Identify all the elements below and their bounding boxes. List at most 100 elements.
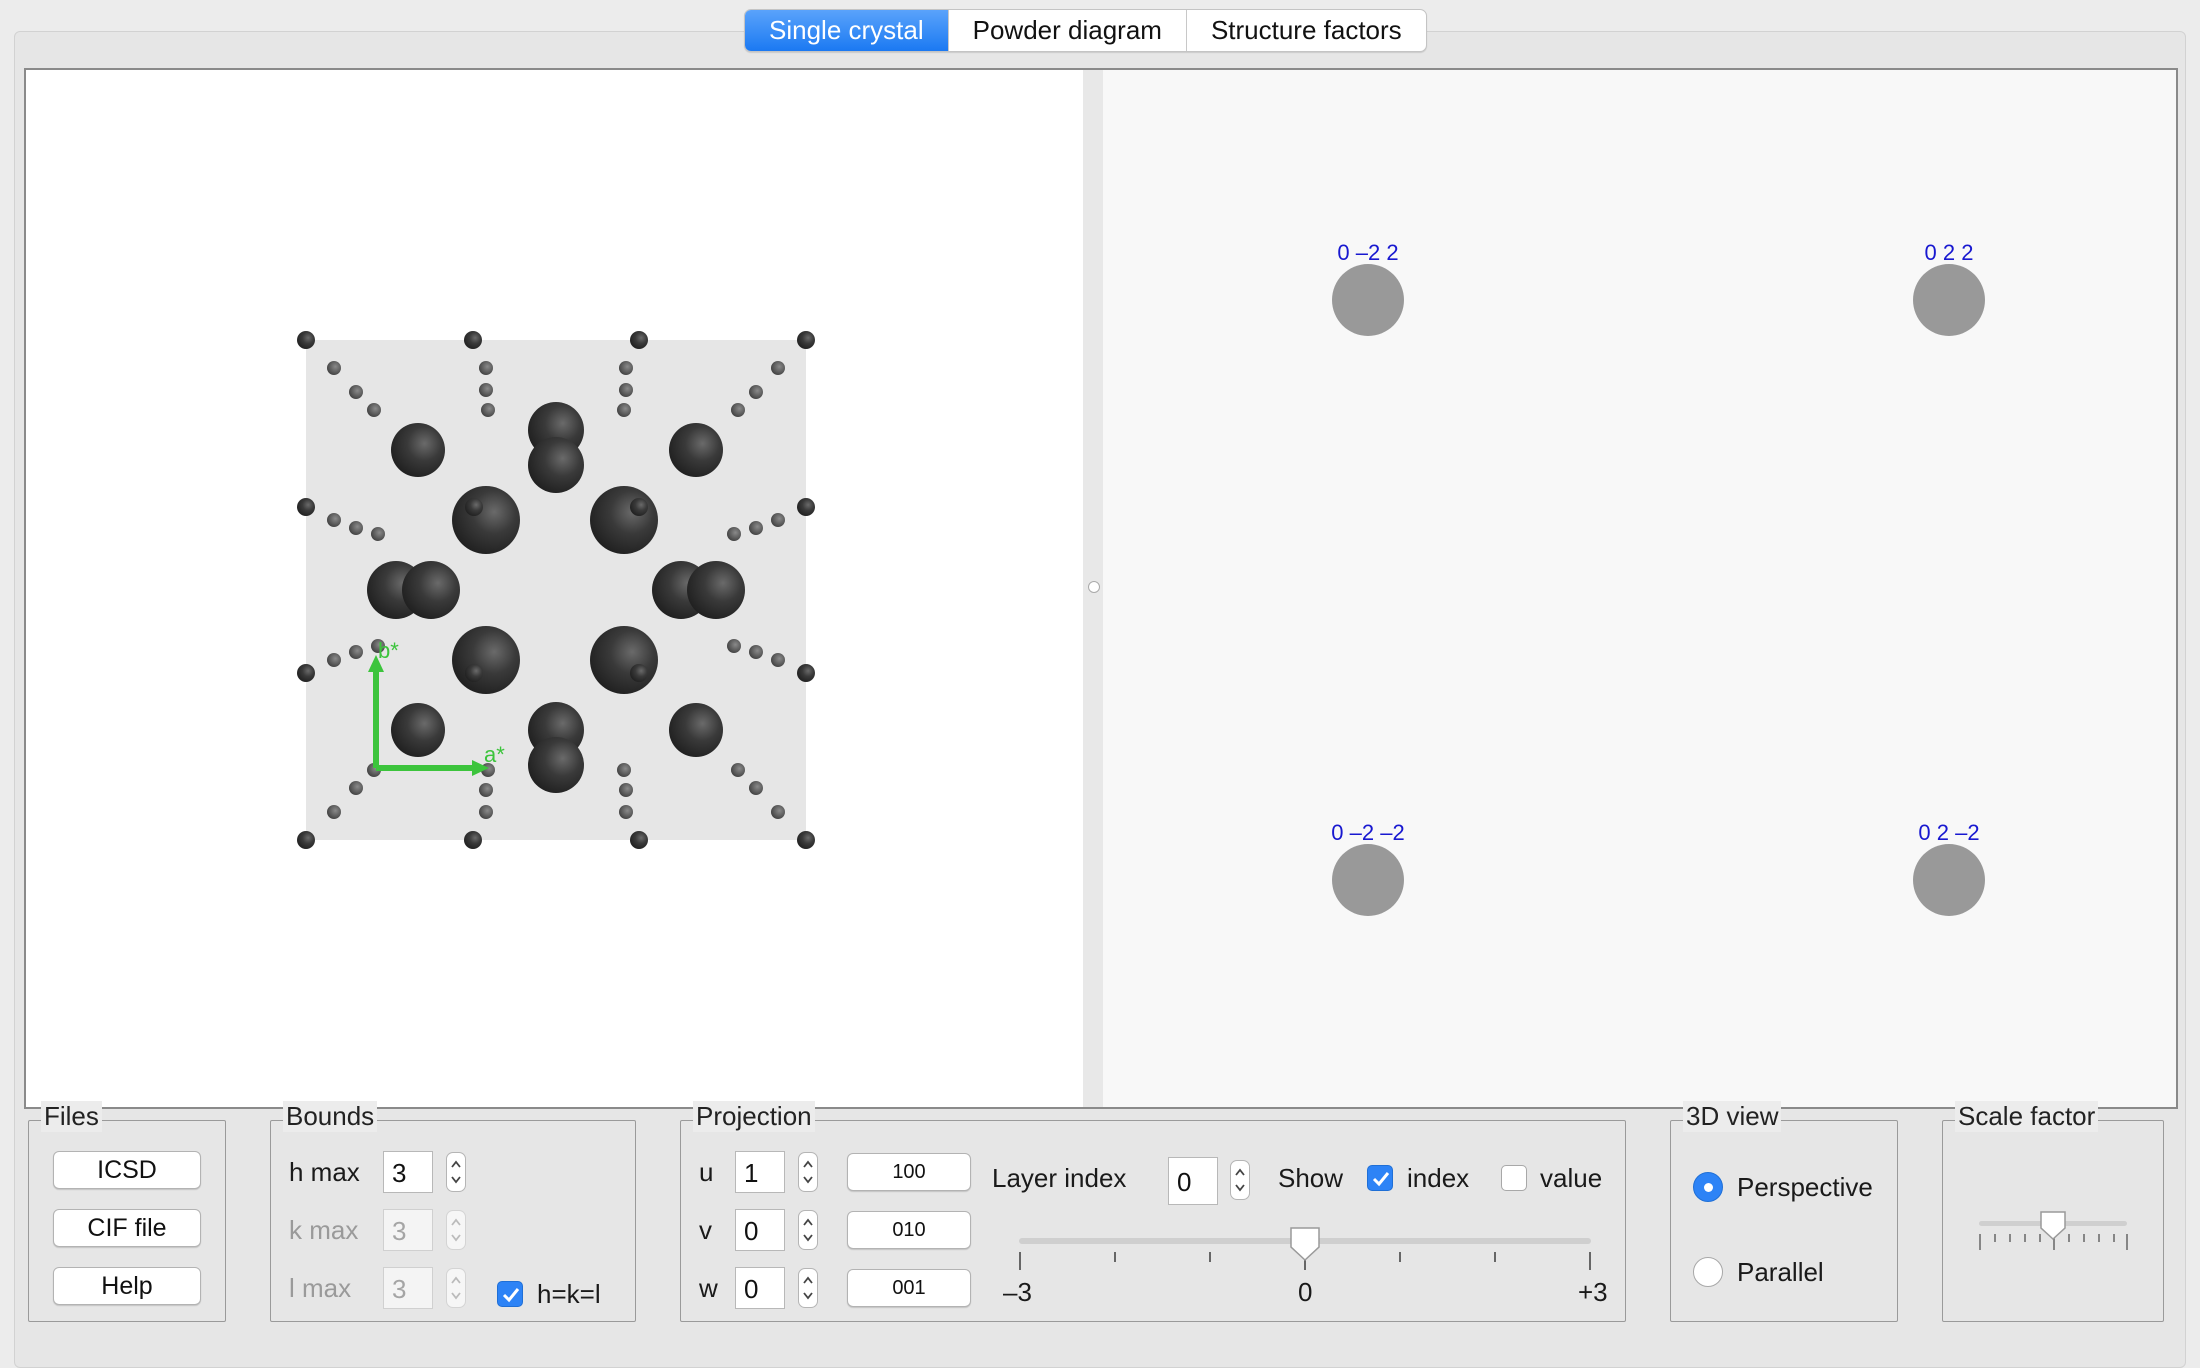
edge-atom	[297, 331, 315, 349]
crystal-structure-render[interactable]: b* a*	[26, 70, 1083, 1107]
small-atom	[617, 403, 631, 417]
small-atom	[749, 645, 763, 659]
icsd-button[interactable]: ICSD	[53, 1151, 201, 1189]
small-atom	[619, 361, 633, 375]
w-label: w	[699, 1273, 718, 1303]
small-atom	[771, 653, 785, 667]
slider-max-label: +3	[1578, 1277, 1608, 1307]
v-stepper[interactable]	[798, 1210, 818, 1250]
split-handle[interactable]	[1088, 581, 1100, 593]
layer-index-stepper[interactable]	[1230, 1160, 1250, 1200]
hkl-equal-checkbox[interactable]	[497, 1281, 523, 1307]
small-atom	[749, 521, 763, 535]
scale-slider-thumb[interactable]	[2038, 1209, 2068, 1243]
small-atom	[349, 645, 363, 659]
u-vector-button[interactable]: 100	[847, 1153, 971, 1191]
tab-single-crystal[interactable]: Single crystal	[745, 10, 949, 51]
edge-atom	[297, 831, 315, 849]
large-atom	[528, 437, 584, 493]
layer-slider-thumb[interactable]	[1288, 1225, 1322, 1263]
large-atom	[590, 486, 658, 554]
large-atom	[452, 486, 520, 554]
reflection-spot[interactable]	[1332, 264, 1404, 336]
help-button[interactable]: Help	[53, 1267, 201, 1305]
w-field[interactable]: 0	[735, 1267, 785, 1309]
small-atom	[349, 781, 363, 795]
small-atom	[481, 403, 495, 417]
b-axis-label: b*	[378, 638, 399, 663]
large-atom	[402, 561, 460, 619]
small-atom	[367, 403, 381, 417]
small-atom	[327, 513, 341, 527]
files-title: Files	[41, 1101, 102, 1132]
scale-factor-title: Scale factor	[1955, 1101, 2099, 1132]
small-atom	[731, 763, 745, 777]
w-vector-button[interactable]: 001	[847, 1269, 971, 1307]
edge-atom	[465, 498, 483, 516]
l-max-field[interactable]: 3	[383, 1267, 433, 1309]
reflection-spot[interactable]	[1913, 844, 1985, 916]
edge-atom	[797, 498, 815, 516]
projection-title: Projection	[693, 1101, 815, 1132]
small-atom	[749, 781, 763, 795]
large-atom	[528, 737, 584, 793]
h-max-field[interactable]: 3	[383, 1151, 433, 1193]
edge-atom	[630, 498, 648, 516]
show-index-checkbox[interactable]	[1367, 1165, 1393, 1191]
large-atom	[452, 626, 520, 694]
v-field[interactable]: 0	[735, 1209, 785, 1251]
parallel-radio[interactable]	[1693, 1257, 1723, 1287]
u-field[interactable]: 1	[735, 1151, 785, 1193]
perspective-radio[interactable]	[1693, 1172, 1723, 1202]
u-stepper[interactable]	[798, 1152, 818, 1192]
reflection-label: 0 –2 2	[1337, 240, 1399, 265]
small-atom	[617, 763, 631, 777]
perspective-label: Perspective	[1737, 1172, 1873, 1202]
diffraction-2d-view[interactable]: 0 –2 2 0 2 2 0 –2 –2 0 2 –2	[1103, 70, 2176, 1107]
layer-index-field[interactable]: 0	[1168, 1157, 1218, 1205]
h-max-stepper[interactable]	[446, 1152, 466, 1192]
a-axis-label: a*	[484, 742, 505, 767]
crystal-3d-view[interactable]: b* a*	[26, 70, 1083, 1107]
small-atom	[327, 361, 341, 375]
small-atom	[619, 383, 633, 397]
u-label: u	[699, 1157, 714, 1187]
large-atom	[590, 626, 658, 694]
tab-bar: Single crystal Powder diagram Structure …	[744, 9, 1427, 52]
l-max-label: l max	[289, 1273, 352, 1303]
reflection-spot[interactable]	[1332, 844, 1404, 916]
l-max-stepper[interactable]	[446, 1268, 466, 1308]
show-value-checkbox[interactable]	[1501, 1165, 1527, 1191]
small-atom	[771, 361, 785, 375]
scale-factor-group: Scale factor	[1942, 1101, 2164, 1322]
cif-file-button[interactable]: CIF file	[53, 1209, 201, 1247]
small-atom	[731, 403, 745, 417]
show-label: Show	[1278, 1163, 1344, 1193]
view-area: b* a* 0 –2 2 0 2 2 0 –2 –2 0 2 –2	[24, 68, 2178, 1109]
parallel-label: Parallel	[1737, 1257, 1824, 1287]
edge-atom	[464, 831, 482, 849]
reflection-spot[interactable]	[1913, 264, 1985, 336]
small-atom	[371, 527, 385, 541]
small-atom	[327, 653, 341, 667]
v-vector-button[interactable]: 010	[847, 1211, 971, 1249]
w-stepper[interactable]	[798, 1268, 818, 1308]
small-atom	[749, 385, 763, 399]
reflection-label: 0 2 2	[1924, 240, 1974, 265]
layer-index-label: Layer index	[992, 1163, 1127, 1193]
view3d-group: 3D view Perspective Parallel	[1670, 1101, 1898, 1322]
edge-atom	[465, 664, 483, 682]
tab-powder-diagram[interactable]: Powder diagram	[949, 10, 1187, 51]
small-atom	[327, 805, 341, 819]
hkl-equal-label: h=k=l	[537, 1279, 601, 1309]
bounds-group: Bounds h max 3 k max 3 l max 3 h=k=l	[270, 1101, 636, 1322]
tab-structure-factors[interactable]: Structure factors	[1187, 10, 1426, 51]
reflection-label: 0 –2 –2	[1331, 820, 1405, 845]
k-max-stepper[interactable]	[446, 1210, 466, 1250]
large-atom	[687, 561, 745, 619]
slider-mid-label: 0	[1298, 1277, 1313, 1307]
edge-atom	[630, 331, 648, 349]
k-max-field[interactable]: 3	[383, 1209, 433, 1251]
v-label: v	[699, 1215, 712, 1245]
small-atom	[479, 805, 493, 819]
